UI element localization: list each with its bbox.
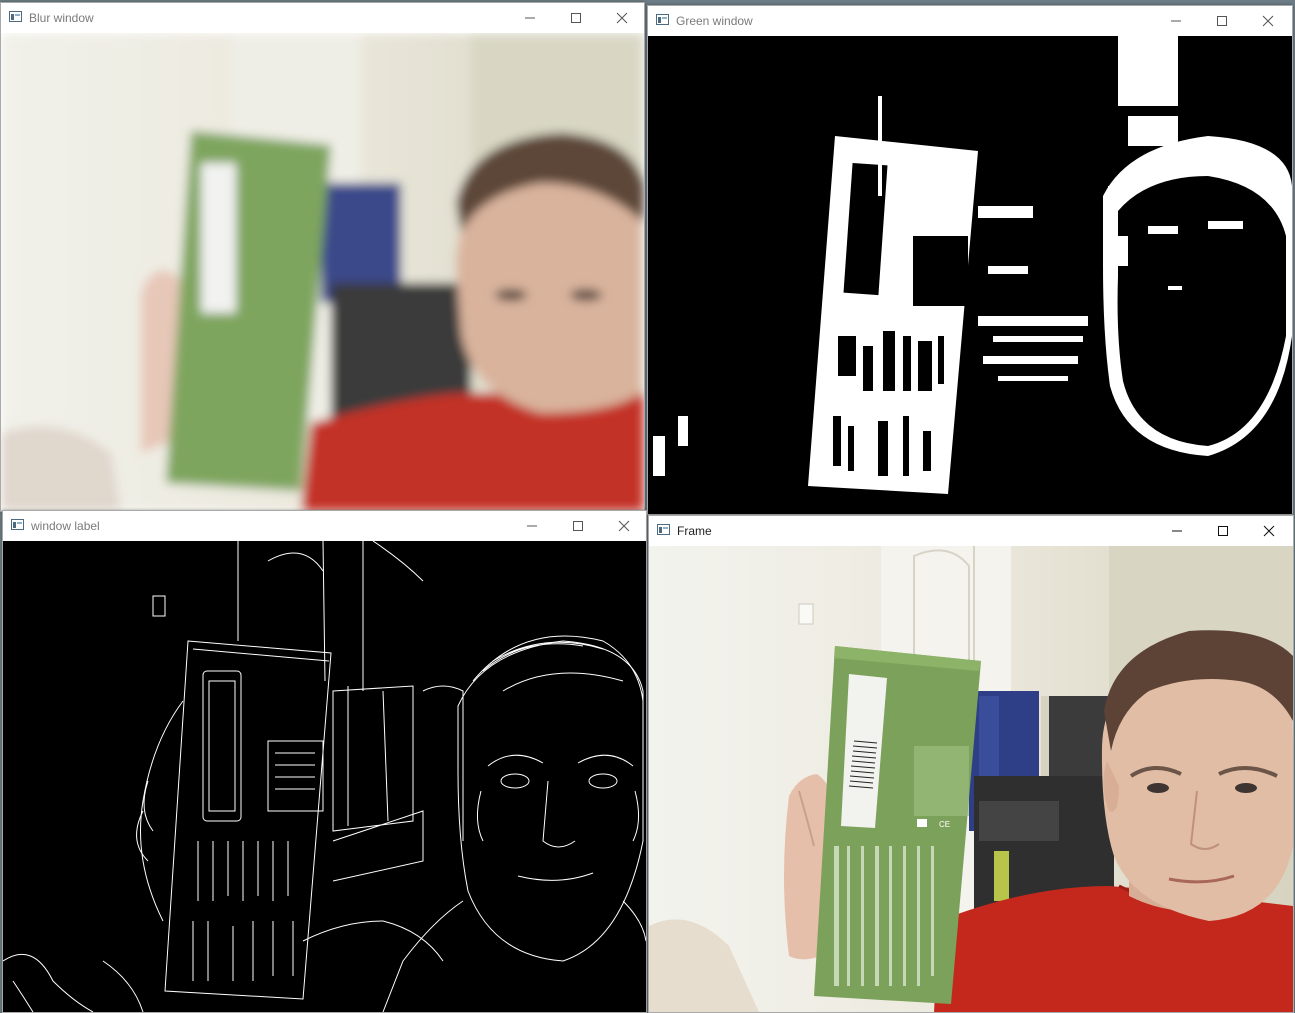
window-title: window label [31, 519, 100, 533]
minimize-icon [525, 17, 535, 19]
maximize-icon [571, 13, 581, 23]
edge-window-titlebar[interactable]: window label [3, 511, 646, 541]
maximize-button[interactable] [1200, 516, 1246, 546]
minimize-icon [1172, 530, 1182, 532]
close-button[interactable] [1246, 516, 1292, 546]
window-title: Frame [677, 524, 712, 538]
close-button[interactable] [599, 3, 644, 33]
app-icon [9, 11, 22, 22]
close-button[interactable] [601, 511, 646, 541]
close-icon [616, 12, 628, 24]
minimize-button[interactable] [1153, 6, 1199, 36]
maximize-icon [573, 521, 583, 531]
close-button[interactable] [1245, 6, 1291, 36]
close-icon [618, 520, 630, 532]
green-window[interactable]: Green window [647, 5, 1293, 515]
blur-window[interactable]: Blur window [0, 2, 645, 512]
close-icon [1262, 15, 1274, 27]
canny-edge-map [3, 541, 646, 1012]
ce-mark: CE [939, 820, 950, 829]
minimize-button[interactable] [507, 3, 553, 33]
blur-window-titlebar[interactable]: Blur window [1, 3, 644, 33]
edge-window[interactable]: window label [2, 510, 647, 1013]
app-icon [657, 524, 670, 535]
window-title: Blur window [29, 11, 94, 25]
minimize-icon [527, 525, 537, 527]
minimize-button[interactable] [509, 511, 555, 541]
maximize-button[interactable] [555, 511, 601, 541]
frame-window-titlebar[interactable]: Frame [649, 516, 1293, 546]
green-window-titlebar[interactable]: Green window [648, 6, 1292, 36]
maximize-icon [1218, 526, 1228, 536]
maximize-icon [1217, 16, 1227, 26]
app-icon [11, 519, 24, 530]
webcam-frame: CE [649, 546, 1293, 1012]
window-title: Green window [676, 14, 753, 28]
green-threshold-mask [648, 36, 1292, 514]
close-icon [1263, 525, 1275, 537]
minimize-icon [1171, 20, 1181, 22]
minimize-button[interactable] [1154, 516, 1200, 546]
app-icon [656, 14, 669, 25]
maximize-button[interactable] [553, 3, 599, 33]
maximize-button[interactable] [1199, 6, 1245, 36]
blurred-webcam-frame [1, 33, 644, 511]
frame-window[interactable]: Frame CE [648, 515, 1294, 1013]
